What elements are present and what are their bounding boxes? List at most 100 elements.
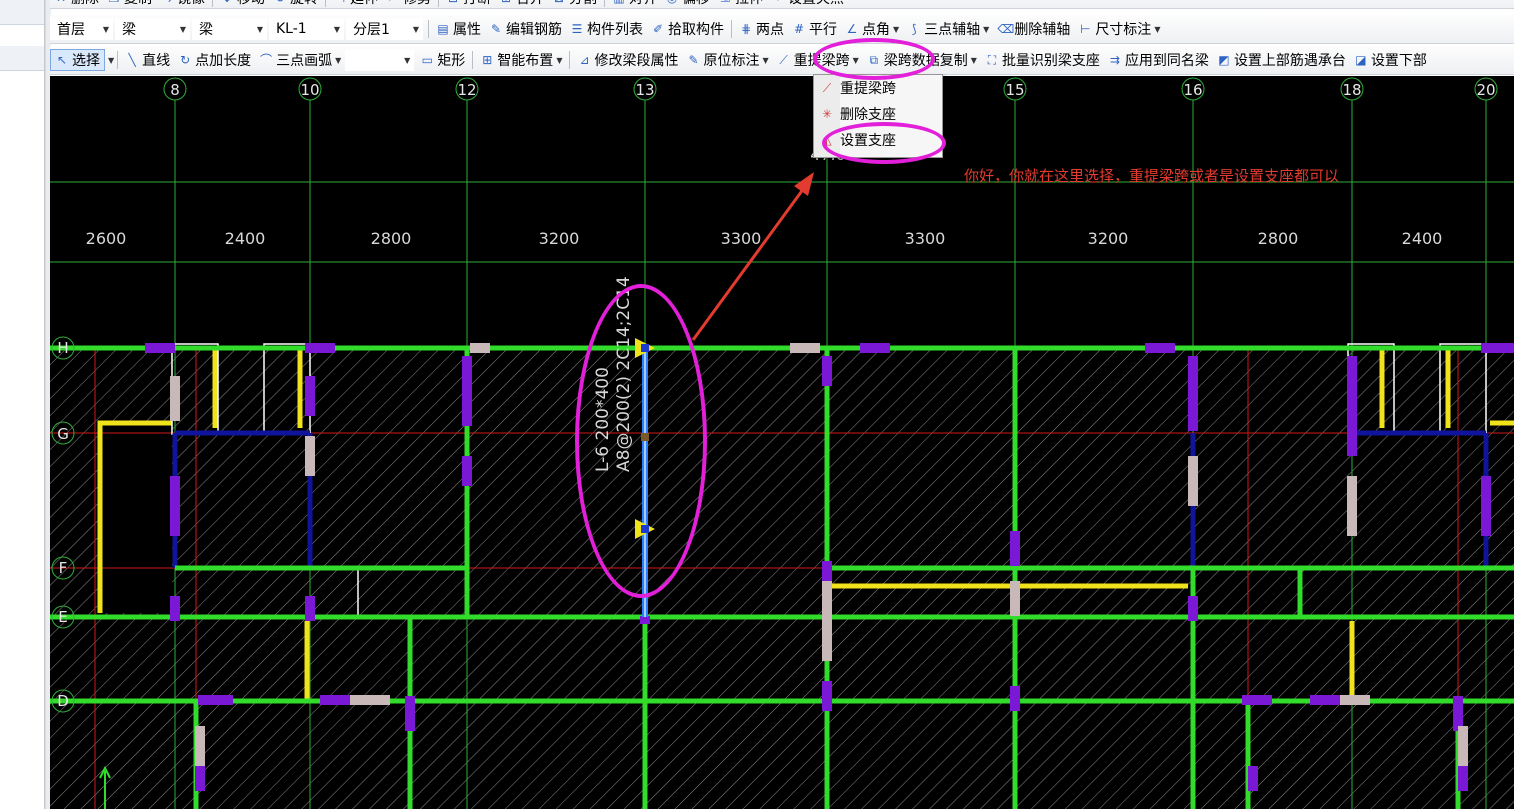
three-point-arc-button[interactable]: ⌒ 三点画弧 ▼ (255, 49, 345, 71)
two-point-icon: ⋕ (740, 22, 752, 36)
menu-item-set-support[interactable]: ◭ 设置支座 (814, 127, 940, 153)
dimension-value: 2400 (1402, 229, 1443, 248)
dimension-value: 2800 (371, 229, 412, 248)
extend-button[interactable]: ⊣延伸 (329, 0, 382, 8)
align-button[interactable]: ▥对齐 (608, 0, 661, 8)
offset-icon: ◎ (665, 0, 679, 5)
column (405, 696, 415, 731)
column-segment (1188, 456, 1198, 506)
left-pane-row[interactable] (0, 46, 44, 71)
chevron-down-icon: ▼ (983, 24, 990, 34)
three-point-axis-button[interactable]: ⟆ 三点辅轴 ▼ (903, 18, 993, 40)
menu-item-delete-support[interactable]: ✳ 删除支座 (814, 101, 940, 127)
element-list-button[interactable]: ☰ 构件列表 (566, 18, 647, 40)
category-select[interactable]: 梁 ▼ (115, 18, 190, 40)
column (170, 476, 180, 536)
modify-segment-button[interactable]: ⊿ 修改梁段属性 (573, 49, 682, 71)
grip-icon[interactable] (641, 525, 649, 533)
chevron-down-icon: ▼ (970, 55, 977, 65)
dimension-value: 3300 (721, 229, 762, 248)
menu-item-respan[interactable]: ⟋ 重提梁跨 (814, 75, 940, 101)
rotate-button[interactable]: ↻旋转 (269, 0, 322, 8)
column (1010, 531, 1020, 566)
left-pane-row[interactable] (0, 0, 44, 25)
column (1458, 766, 1468, 791)
draw-mode-select[interactable]: ▼ (345, 49, 415, 71)
dimension-value: 3200 (539, 229, 580, 248)
parallel-axis-button[interactable]: # 平行 (788, 18, 841, 40)
set-bottom-bar-button[interactable]: ◪ 设置下部 (1350, 49, 1431, 71)
chevron-down-icon: ▼ (893, 24, 900, 34)
in-situ-annotation-button[interactable]: ✎ 原位标注 ▼ (682, 49, 772, 71)
column (320, 695, 350, 705)
point-angle-button[interactable]: ∠ 点角 ▼ (841, 18, 903, 40)
grip-icon[interactable] (641, 433, 649, 441)
list-icon: ☰ (571, 22, 583, 36)
slab-area (50, 348, 1514, 809)
batch-identify-support-button[interactable]: ⛶ 批量识别梁支座 (981, 49, 1104, 71)
stretch-button[interactable]: ⇲拉伸 (714, 0, 767, 8)
move-button[interactable]: ✥移动 (216, 0, 269, 8)
chevron-down-icon[interactable]: ▼ (108, 56, 114, 65)
column-segment (470, 343, 490, 353)
column (1242, 695, 1272, 705)
edit-rebar-icon: ✎ (490, 22, 502, 36)
pick-element-button[interactable]: ✐ 拾取构件 (647, 18, 728, 40)
chevron-down-icon: ▼ (762, 55, 769, 65)
copy-button[interactable]: ❐复制 (103, 0, 156, 8)
select-button[interactable]: ↖ 选择 (50, 49, 105, 71)
floor-select[interactable]: 首层 ▼ (50, 18, 113, 40)
chevron-down-icon: ▼ (404, 55, 411, 65)
offset-button[interactable]: ◎偏移 (661, 0, 714, 8)
respan-dropdown-menu: ⟋ 重提梁跨 ✳ 删除支座 ◭ 设置支座 (813, 74, 943, 158)
column-segment (1458, 726, 1468, 766)
slab-hatching (50, 348, 1514, 809)
trim-icon: ✂ (386, 0, 400, 5)
dimension-value: 2600 (86, 229, 127, 248)
grip-icon[interactable] (641, 344, 649, 352)
merge-button[interactable]: ⊞合并 (495, 0, 548, 8)
column-segment (822, 581, 832, 661)
delete-axis-button[interactable]: ⌫ 删除辅轴 (993, 18, 1074, 40)
axis-label: 10 (300, 81, 319, 99)
cursor-icon: ↖ (56, 53, 68, 67)
two-point-axis-button[interactable]: ⋕ 两点 (735, 18, 788, 40)
set-grip-button[interactable]: ⌖设置夹点 (767, 0, 848, 8)
layer-select[interactable]: 分层1 ▼ (346, 18, 423, 40)
delete-button[interactable]: ✕删除 (50, 0, 103, 8)
line-button[interactable]: ╲ 直线 (121, 49, 174, 71)
respan-icon: ⟋ (779, 53, 788, 67)
properties-button[interactable]: ▤ 属性 (432, 18, 485, 40)
apply-same-name-button[interactable]: ⇉ 应用到同名梁 (1104, 49, 1213, 71)
axis-label: 20 (1476, 81, 1495, 99)
dimension-value: 2800 (1258, 229, 1299, 248)
set-top-bar-cap-button[interactable]: ◩ 设置上部筋遇承台 (1213, 49, 1350, 71)
point-length-button[interactable]: ↻ 点加长度 (174, 49, 255, 71)
beam-toolbar: ↖ 选择 ▼ ╲ 直线 ↻ 点加长度 ⌒ 三点画弧 ▼ ▼ ▭ 矩形 ⊞ 智能布置 ▼ ⊿ 修改梁段… (50, 46, 1514, 75)
column (195, 766, 205, 791)
break-button[interactable]: ⊟打断 (442, 0, 495, 8)
split-button[interactable]: ⊠分割 (548, 0, 601, 8)
copy-span-data-button[interactable]: ⧉ 梁跨数据复制 ▼ (863, 49, 981, 71)
column (305, 596, 315, 621)
chevron-down-icon: ▼ (179, 24, 186, 34)
edit-rebar-button[interactable]: ✎ 编辑钢筋 (485, 18, 566, 40)
trim-button[interactable]: ✂修剪 (382, 0, 435, 8)
element-select[interactable]: KL-1 ▼ (269, 18, 344, 40)
column-segment (350, 695, 390, 705)
move-icon: ✥ (220, 0, 234, 5)
axis-label: D (57, 692, 69, 710)
mirror-button[interactable]: ⇋镜像 (156, 0, 209, 8)
respan-beam-button[interactable]: ⟋ 重提梁跨 ▼ (773, 49, 863, 71)
type-select[interactable]: 梁 ▼ (192, 18, 267, 40)
column (1188, 596, 1198, 621)
smart-layout-button[interactable]: ⊞ 智能布置 ▼ (476, 49, 566, 71)
instruction-note: 你好，你就在这里选择，重提梁跨或者是设置支座都可以 (964, 167, 1340, 185)
align-icon: ▥ (612, 0, 626, 5)
rectangle-button[interactable]: ▭ 矩形 (416, 49, 469, 71)
edit-toolbar: ✕删除 ❐复制 ⇋镜像 ✥移动 ↻旋转 ⊣延伸 ✂修剪 ⊟打断 ⊞合并 ⊠分割 … (50, 0, 1514, 9)
column (1188, 356, 1198, 431)
properties-icon: ▤ (437, 22, 449, 36)
dimension-button[interactable]: ⊢ 尺寸标注 ▼ (1074, 18, 1164, 40)
axis-label: G (57, 425, 69, 443)
